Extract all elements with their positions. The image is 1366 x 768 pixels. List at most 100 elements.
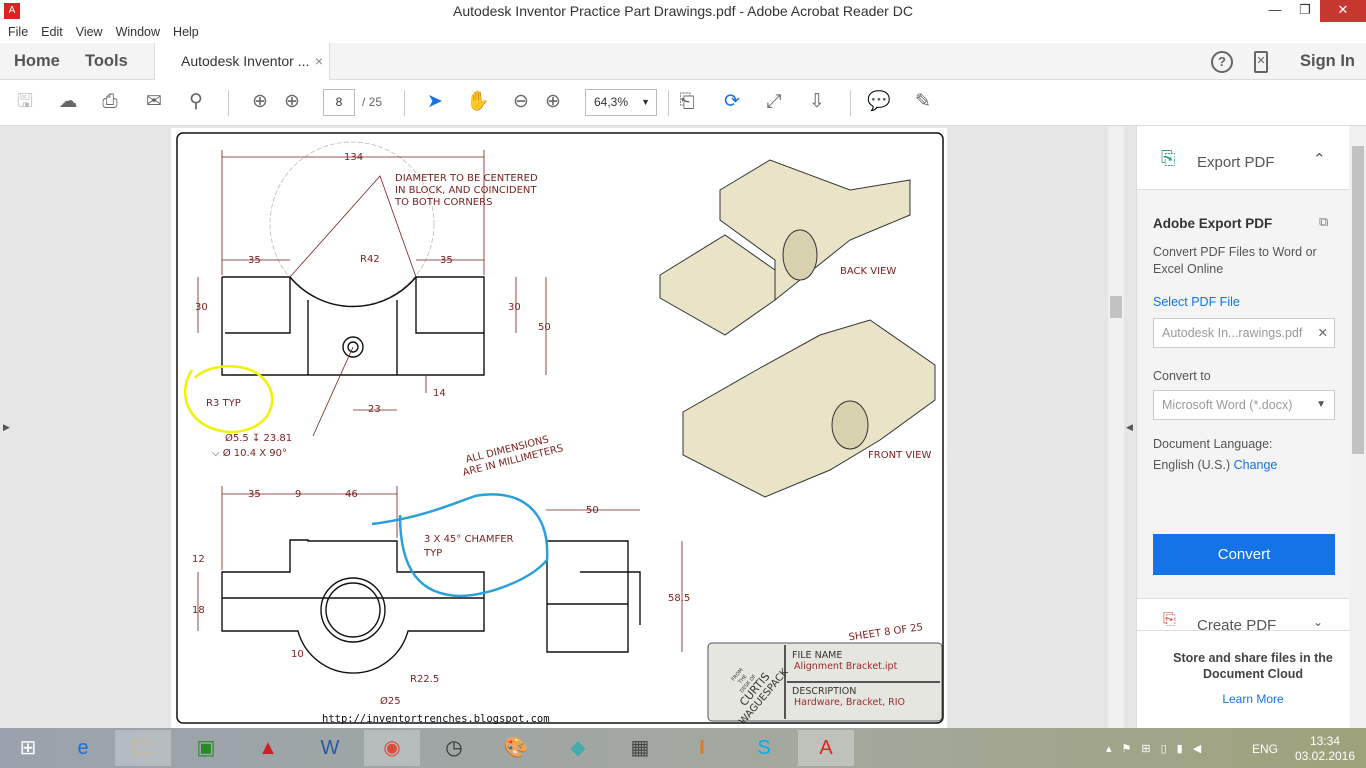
calculator-icon[interactable]: ▦ — [612, 730, 668, 766]
dim-label: 35 — [248, 489, 261, 500]
prev-page-icon[interactable]: ⊕ — [248, 90, 272, 114]
acrobat-taskbar-icon[interactable]: A — [798, 730, 854, 766]
format-value: Microsoft Word (*.docx) — [1162, 398, 1293, 412]
clear-file-icon[interactable]: ✕ — [1318, 319, 1328, 347]
fit-page-icon[interactable]: ⎗ — [675, 90, 699, 114]
create-pdf-header[interactable]: ⎘ Create PDF ⌄ — [1137, 598, 1349, 630]
word-icon[interactable]: W — [302, 730, 358, 766]
email-icon[interactable]: ✉ — [142, 90, 166, 114]
selected-file-field[interactable]: Autodesk In...rawings.pdf ✕ — [1153, 318, 1335, 348]
export-description: Convert PDF Files to Word or Excel Onlin… — [1153, 245, 1317, 276]
sign-pen-icon[interactable]: ✎ — [911, 90, 935, 114]
scroll-mode-icon[interactable]: ⇩ — [805, 90, 829, 114]
dim-label: 58.5 — [668, 593, 690, 604]
sign-in-button[interactable]: Sign In — [1300, 43, 1355, 80]
description-label: DESCRIPTION — [792, 686, 856, 697]
pdf-page: 134 35 35 R42 30 30 50 14 23 R3 TYP Ø5.5… — [171, 128, 947, 728]
panel-scroll-thumb[interactable] — [1352, 146, 1364, 454]
select-pdf-file-link[interactable]: Select PDF File — [1153, 295, 1240, 309]
dim-label: 10 — [291, 649, 304, 660]
tab-home[interactable]: Home — [14, 43, 60, 80]
dim-label: 50 — [586, 505, 599, 516]
divider — [668, 90, 669, 116]
adobe-export-heading: Adobe Export PDF — [1153, 216, 1273, 231]
convert-to-label: Convert to — [1153, 369, 1211, 383]
document-scrollbar[interactable] — [1108, 126, 1124, 728]
dim-label: R22.5 — [410, 674, 439, 685]
clock[interactable]: 13:34 03.02.2016 — [1290, 734, 1360, 764]
selected-file-name: Autodesk In...rawings.pdf — [1162, 326, 1303, 340]
tab-document-label: Autodesk Inventor ... — [181, 53, 310, 69]
zoom-select[interactable]: 64,3% ▼ — [585, 89, 657, 116]
notes-icon[interactable]: ◆ — [550, 730, 606, 766]
save-icon[interactable]: 🖫 — [13, 90, 37, 114]
comment-icon[interactable]: 💬 — [867, 90, 891, 114]
close-button[interactable]: ✕ — [1320, 0, 1366, 22]
zoom-value: 64,3% — [594, 95, 629, 109]
note-diameter: DIAMETER TO BE CENTERED — [395, 173, 538, 184]
skype-icon[interactable]: S — [736, 730, 792, 766]
note-diameter: IN BLOCK, AND COINCIDENT — [395, 185, 537, 196]
technical-drawing: 134 35 35 R42 30 30 50 14 23 R3 TYP Ø5.5… — [176, 132, 944, 727]
clock-app-icon[interactable]: ◷ — [426, 730, 482, 766]
menu-file[interactable]: File — [8, 25, 28, 39]
tab-tools[interactable]: Tools — [85, 43, 128, 80]
menu-window[interactable]: Window — [116, 25, 160, 39]
paint-icon[interactable]: 🎨 — [488, 730, 544, 766]
zoom-out-icon[interactable]: ⊖ — [509, 90, 533, 114]
right-pane-toggle[interactable]: ◀ — [1126, 422, 1133, 433]
tab-document[interactable]: Autodesk Inventor ... × — [154, 43, 330, 81]
page-number-input[interactable]: 8 — [323, 89, 355, 116]
start-button[interactable]: ⊞ — [0, 730, 56, 766]
menu-help[interactable]: Help — [173, 25, 199, 39]
learn-more-link[interactable]: Learn More — [1161, 692, 1345, 706]
clock-time: 13:34 — [1309, 734, 1341, 748]
rotate-icon[interactable]: ⟳ — [720, 90, 744, 114]
hand-tool-icon[interactable]: ✋ — [466, 90, 490, 114]
export-pdf-header[interactable]: ⎘ Export PDF ⌃ — [1137, 126, 1349, 190]
inventor-icon[interactable]: I — [674, 730, 730, 766]
zoom-in-icon[interactable]: ⊕ — [541, 90, 565, 114]
note-chamfer: TYP — [423, 548, 442, 559]
next-page-icon[interactable]: ⊕ — [280, 90, 304, 114]
store-icon[interactable]: ▣ — [178, 730, 234, 766]
acrobat-icon: A — [4, 3, 20, 19]
search-icon[interactable]: ⚲ — [184, 90, 208, 114]
front-view-label: FRONT VIEW — [868, 450, 931, 461]
dim-label: R42 — [360, 254, 380, 265]
full-screen-icon[interactable]: ⤢ — [762, 90, 786, 114]
upload-cloud-icon[interactable]: ☁ — [56, 90, 80, 114]
help-icon[interactable]: ? — [1211, 51, 1233, 73]
tab-close-icon[interactable]: × — [315, 43, 323, 80]
autocad-icon[interactable]: ▲ — [240, 730, 296, 766]
maximize-button[interactable]: ❐ — [1290, 0, 1320, 22]
file-explorer-icon[interactable]: 🗀 — [115, 730, 171, 766]
select-cursor-icon[interactable]: ➤ — [423, 90, 447, 114]
dim-label: 14 — [433, 388, 446, 399]
menu-bar: File Edit View Window Help — [0, 22, 1366, 43]
dim-label: 46 — [345, 489, 358, 500]
convert-button[interactable]: Convert — [1153, 534, 1335, 575]
print-icon[interactable]: ⎙ — [98, 90, 122, 114]
source-url: http://inventortrenches.blogspot.com — [322, 713, 550, 725]
create-pdf-icon: ⎘ — [1163, 611, 1176, 628]
file-name-value: Alignment Bracket.ipt — [794, 661, 898, 672]
system-tray-icons[interactable]: ▴⚑⊞▯▮◀ — [1106, 742, 1211, 755]
format-select[interactable]: Microsoft Word (*.docx) ▼ — [1153, 390, 1335, 420]
menu-edit[interactable]: Edit — [41, 25, 63, 39]
left-pane-toggle[interactable]: ▶ — [3, 422, 10, 433]
create-pdf-title: Create PDF — [1197, 617, 1277, 630]
language-indicator[interactable]: ENG — [1252, 742, 1278, 756]
minimize-button[interactable]: — — [1260, 0, 1290, 22]
internet-explorer-icon[interactable]: e — [55, 730, 111, 766]
mobile-link-icon[interactable]: ✕ — [1254, 51, 1268, 73]
chevron-up-icon[interactable]: ⌃ — [1313, 150, 1326, 168]
panel-scrollbar[interactable] — [1350, 126, 1366, 728]
page-total: / 25 — [362, 95, 383, 109]
chrome-icon[interactable]: ◉ — [364, 730, 420, 766]
clock-date: 03.02.2016 — [1294, 749, 1356, 763]
menu-view[interactable]: View — [76, 25, 103, 39]
scroll-thumb[interactable] — [1110, 296, 1122, 318]
info-icon[interactable]: ⧉ — [1319, 214, 1328, 230]
change-language-link[interactable]: Change — [1234, 458, 1278, 472]
